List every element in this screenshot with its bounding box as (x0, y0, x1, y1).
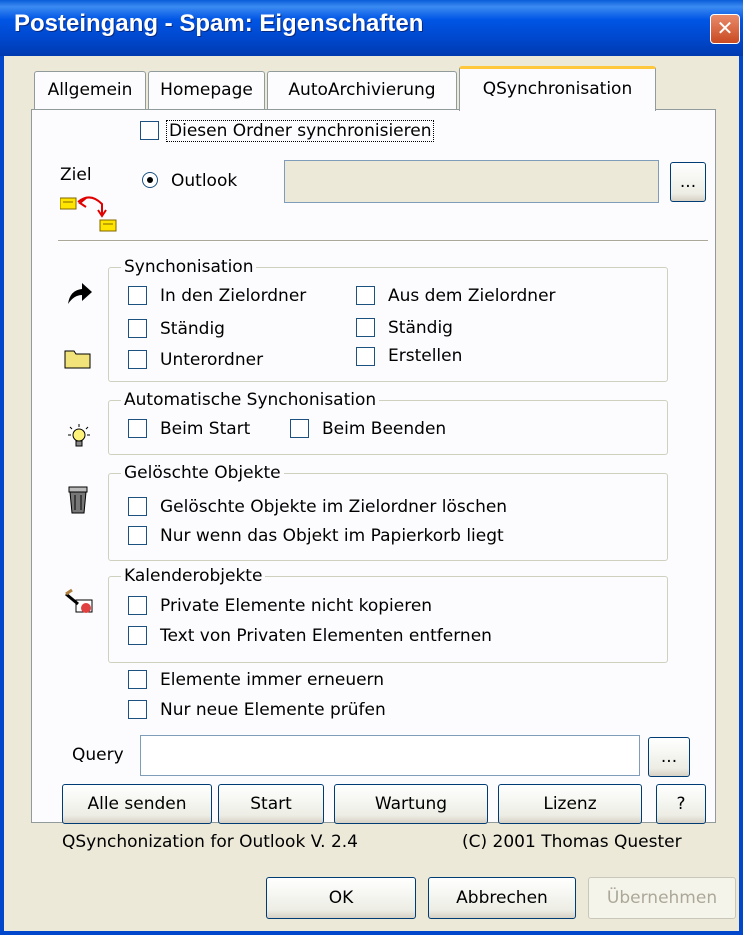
maintenance-button[interactable]: Wartung (334, 784, 488, 824)
to-target-checkbox[interactable] (128, 286, 147, 305)
tab-allgemein[interactable]: Allgemein (34, 71, 146, 109)
from-target-label[interactable]: Aus dem Zielordner (388, 286, 556, 306)
window-frame-right (739, 56, 743, 935)
on-exit-label[interactable]: Beim Beenden (322, 419, 446, 439)
lightbulb-icon (68, 424, 90, 447)
start-button[interactable]: Start (218, 784, 324, 824)
always-from-target-label[interactable]: Ständig (388, 318, 453, 338)
query-input[interactable] (140, 735, 640, 776)
cancel-button[interactable]: Abbrechen (428, 877, 576, 919)
window-frame-left (0, 56, 4, 935)
only-if-trash-label[interactable]: Nur wenn das Objekt im Papierkorb liegt (160, 526, 504, 546)
close-button[interactable]: ✕ (710, 14, 740, 44)
check-new-only-checkbox[interactable] (128, 700, 147, 719)
remove-private-text-checkbox[interactable] (128, 626, 147, 645)
subfolders-label[interactable]: Unterordner (160, 350, 263, 370)
target-label: Ziel (60, 165, 92, 185)
to-target-label[interactable]: In den Zielordner (160, 286, 306, 306)
help-button[interactable]: ? (656, 784, 706, 824)
from-target-checkbox[interactable] (356, 286, 375, 305)
subfolders-checkbox[interactable] (128, 350, 147, 369)
send-all-button[interactable]: Alle senden (62, 784, 212, 824)
tab-homepage[interactable]: Homepage (148, 71, 265, 109)
deleted-objects-legend: Gelöschte Objekte (121, 463, 284, 483)
target-path-field[interactable] (284, 160, 659, 203)
close-x-icon: ✕ (716, 16, 734, 40)
version-text: QSynchonization for Outlook V. 2.4 (62, 832, 358, 852)
license-button[interactable]: Lizenz (498, 784, 642, 824)
create-checkbox[interactable] (356, 347, 375, 366)
auto-sync-legend: Automatische Synchonisation (121, 390, 380, 410)
on-start-checkbox[interactable] (128, 419, 147, 438)
sync-folder-label[interactable]: Diesen Ordner synchronisieren (166, 120, 435, 142)
deleted-objects-group (108, 473, 668, 561)
outlook-radio-label[interactable]: Outlook (171, 171, 237, 191)
only-if-trash-checkbox[interactable] (128, 526, 147, 545)
window-title: Posteingang - Spam: Eigenschaften (14, 10, 424, 37)
on-start-label[interactable]: Beim Start (160, 419, 250, 439)
create-label[interactable]: Erstellen (388, 346, 462, 366)
trash-can-icon (68, 486, 88, 514)
copyright-text: (C) 2001 Thomas Quester (462, 832, 682, 852)
synchronisation-legend: Synchonisation (121, 257, 257, 277)
window-frame-bottom (0, 931, 743, 935)
apply-button[interactable]: Übernehmen (588, 877, 736, 919)
target-browse-button[interactable]: ... (670, 162, 706, 202)
check-new-only-label[interactable]: Nur neue Elemente prüfen (160, 700, 386, 720)
tab-autoarchivierung[interactable]: AutoArchivierung (267, 71, 457, 109)
always-to-target-label[interactable]: Ständig (160, 319, 225, 339)
forward-arrow-icon (68, 283, 92, 304)
remove-private-text-label[interactable]: Text von Privaten Elementen entfernen (160, 626, 492, 646)
folder-sync-icon (60, 196, 117, 232)
delete-in-target-label[interactable]: Gelöschte Objekte im Zielordner löschen (160, 497, 507, 517)
query-label: Query (72, 745, 124, 765)
folder-icon (64, 350, 91, 369)
always-to-target-checkbox[interactable] (128, 319, 147, 338)
on-exit-checkbox[interactable] (290, 419, 309, 438)
query-browse-button[interactable]: ... (648, 737, 690, 777)
delete-in-target-checkbox[interactable] (128, 497, 147, 516)
calendar-private-icon (65, 588, 93, 613)
calendar-objects-legend: Kalenderobjekte (121, 566, 266, 586)
sync-folder-checkbox[interactable] (140, 121, 159, 140)
no-copy-private-label[interactable]: Private Elemente nicht kopieren (160, 596, 432, 616)
always-renew-label[interactable]: Elemente immer erneuern (160, 670, 384, 690)
outlook-radio[interactable] (142, 172, 158, 188)
tab-qsynchronisation[interactable]: QSynchronisation (459, 66, 656, 111)
no-copy-private-checkbox[interactable] (128, 596, 147, 615)
calendar-objects-group (108, 576, 668, 663)
separator (58, 240, 708, 242)
ok-button[interactable]: OK (266, 877, 416, 919)
always-from-target-checkbox[interactable] (356, 318, 375, 337)
always-renew-checkbox[interactable] (128, 670, 147, 689)
